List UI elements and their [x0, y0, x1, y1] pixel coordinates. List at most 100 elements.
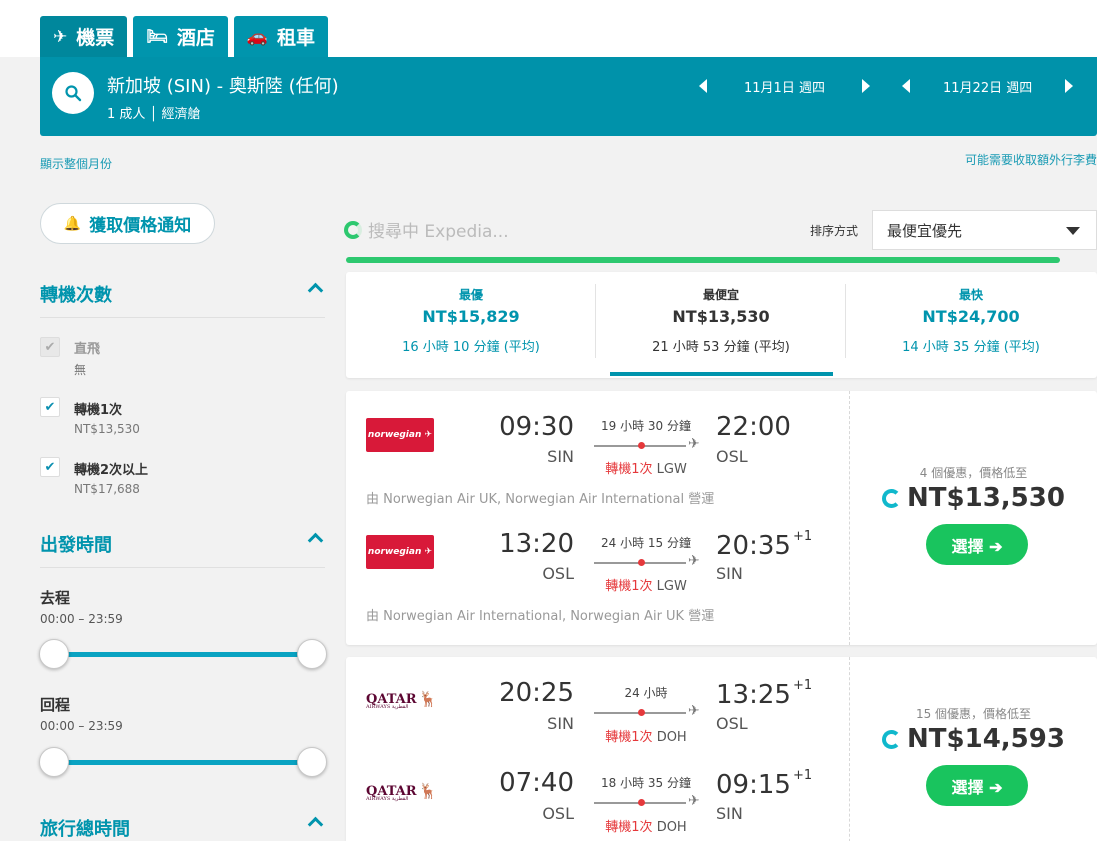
price-alert-button[interactable]: 🔔 獲取價格通知 [40, 203, 215, 244]
outbound-label: 去程 [40, 589, 71, 607]
departure-airport: SIN [547, 447, 574, 466]
arrival-time-value: 09:15 [716, 770, 791, 800]
stop-airport: DOH [656, 820, 687, 835]
outbound-slider-min-handle[interactable] [39, 639, 69, 669]
departure-time: 09:30 [499, 412, 574, 442]
summary-fastest-price: NT$24,700 [922, 307, 1020, 326]
stop-count: 轉機1次 [605, 579, 653, 594]
flight-duration: 24 小時 15 分鐘 [601, 536, 691, 550]
summary-best[interactable]: 最優 NT$15,829 16 小時 10 分鐘 (平均) [346, 272, 596, 378]
tab-label: 酒店 [176, 27, 215, 49]
depart-prev-day-icon[interactable] [699, 79, 707, 93]
result-card[interactable]: norwegian ✈ 09:30 SIN 19 小時 30 分鐘 ✈ 轉機1次… [346, 391, 1097, 645]
stops-info: 轉機1次 DOH [586, 816, 706, 835]
stop-dot-icon [638, 559, 645, 566]
summary-cheapest-price: NT$13,530 [672, 307, 770, 326]
stop-airport: LGW [656, 579, 687, 594]
route-text: 新加坡 (SIN) - 奧斯陸 (任何) [107, 76, 339, 97]
stop-airport: LGW [656, 462, 687, 477]
arrival-airport: SIN [716, 564, 743, 583]
deals-count: 15 個優惠，價格低至 [915, 707, 1032, 721]
departure-time: 20:25 [499, 678, 574, 708]
sort-dropdown[interactable]: 最便宜優先 [872, 210, 1097, 250]
select-button[interactable]: 選擇 ➔ [926, 524, 1028, 565]
route-line [594, 559, 686, 566]
outbound-slider-track[interactable] [54, 652, 312, 657]
search-icon[interactable] [52, 72, 94, 114]
arrival-airport: OSL [716, 447, 748, 466]
qatar-logo-subtext: AIRWAYS القطرية [366, 704, 409, 710]
summary-best-title: 最優 [458, 288, 483, 302]
flight-duration: 19 小時 30 分鐘 [601, 419, 691, 433]
chevron-up-icon[interactable] [307, 282, 324, 299]
depart-date[interactable]: 11月1日 週四 [744, 77, 825, 96]
divider [849, 391, 850, 645]
route-line [594, 799, 686, 806]
stop-count: 轉機1次 [605, 730, 653, 745]
total-duration-title: 旅行總時間 [40, 819, 130, 840]
baggage-fees-link[interactable]: 可能需要收取額外行李費 [965, 151, 1097, 168]
arrival-airport: SIN [716, 804, 743, 823]
tab-hotels[interactable]: 🛏 酒店 [133, 16, 228, 57]
checkbox-two-plus-stops[interactable]: ✔ [40, 457, 60, 477]
search-summary-bar[interactable]: 新加坡 (SIN) - 奧斯陸 (任何) 1 成人 │ 經濟艙 11月1日 週四… [40, 57, 1097, 136]
sort-label: 排序方式 [810, 224, 859, 238]
chevron-up-icon[interactable] [307, 532, 324, 549]
return-range: 00:00 – 23:59 [40, 719, 123, 733]
stops-filter-header[interactable]: 轉機次數 [40, 281, 325, 318]
flight-duration: 18 小時 35 分鐘 [601, 776, 691, 790]
search-progress-bar [346, 257, 1060, 263]
checkbox-nonstop[interactable]: ✔ [40, 337, 60, 357]
chevron-up-icon[interactable] [307, 816, 324, 833]
plane-icon: ✈ [688, 703, 700, 719]
product-tabs: ✈ 機票 🛏 酒店 🚗 租車 [40, 16, 329, 57]
summary-cheapest-title: 最便宜 [702, 288, 739, 302]
searching-status: 搜尋中 Expedia... [344, 217, 509, 242]
bell-icon: 🔔 [63, 215, 82, 232]
stop-count: 轉機1次 [605, 462, 653, 477]
airline-logo-qatar: QATAR 🦌 AIRWAYS القطرية [366, 777, 438, 805]
summary-cheapest-duration: 21 小時 53 分鐘 (平均) [652, 340, 790, 355]
summary-fastest-duration: 14 小時 35 分鐘 (平均) [902, 340, 1040, 355]
summary-fastest[interactable]: 最快 NT$24,700 14 小時 35 分鐘 (平均) [846, 272, 1096, 378]
depart-next-day-icon[interactable] [862, 79, 870, 93]
active-tab-underline [610, 372, 833, 376]
return-date[interactable]: 11月22日 週四 [943, 77, 1032, 96]
stop-airport: DOH [656, 730, 687, 745]
caret-down-icon [1066, 227, 1080, 235]
result-price: NT$14,593 [850, 724, 1097, 754]
plane-icon: ✈ [688, 553, 700, 569]
select-button[interactable]: 選擇 ➔ [926, 765, 1028, 806]
stop-dot-icon [638, 799, 645, 806]
total-duration-filter-header[interactable]: 旅行總時間 [40, 815, 325, 841]
price-value: NT$13,530 [907, 483, 1065, 513]
deals-count: 4 個優惠，價格低至 [919, 466, 1028, 480]
one-stop-price: NT$13,530 [74, 422, 140, 436]
checkbox-one-stop[interactable]: ✔ [40, 397, 60, 417]
result-card[interactable]: QATAR 🦌 AIRWAYS القطرية 20:25 SIN 24 小時 ✈ … [346, 657, 1097, 841]
next-day-marker: +1 [792, 678, 813, 693]
sort-value: 最便宜優先 [887, 221, 963, 240]
stops-filter-title: 轉機次數 [40, 285, 112, 306]
stop-dot-icon [638, 442, 645, 449]
outbound-slider-max-handle[interactable] [297, 639, 327, 669]
qatar-logo-subtext: AIRWAYS القطرية [366, 796, 409, 802]
return-prev-day-icon[interactable] [902, 79, 910, 93]
one-stop-label: 轉機1次 [74, 403, 123, 418]
price-value: NT$14,593 [907, 724, 1065, 754]
return-slider-track[interactable] [54, 760, 312, 765]
operated-by: 由 Norwegian Air International, Norwegian… [366, 609, 715, 624]
return-slider-max-handle[interactable] [297, 747, 327, 777]
return-slider-min-handle[interactable] [39, 747, 69, 777]
arrival-time: 13:25 +1 [716, 678, 812, 710]
return-next-day-icon[interactable] [1065, 79, 1073, 93]
loading-ring-icon [882, 729, 902, 749]
tab-flights[interactable]: ✈ 機票 [40, 16, 128, 57]
stop-count: 轉機1次 [605, 820, 653, 835]
summary-cheapest[interactable]: 最便宜 NT$13,530 21 小時 53 分鐘 (平均) [596, 272, 846, 378]
summary-best-price: NT$15,829 [422, 307, 520, 326]
show-whole-month-link[interactable]: 顯示整個月份 [40, 155, 112, 172]
departure-time-filter-header[interactable]: 出發時間 [40, 531, 325, 568]
stops-info: 轉機1次 LGW [586, 458, 706, 477]
tab-cars[interactable]: 🚗 租車 [233, 16, 329, 57]
